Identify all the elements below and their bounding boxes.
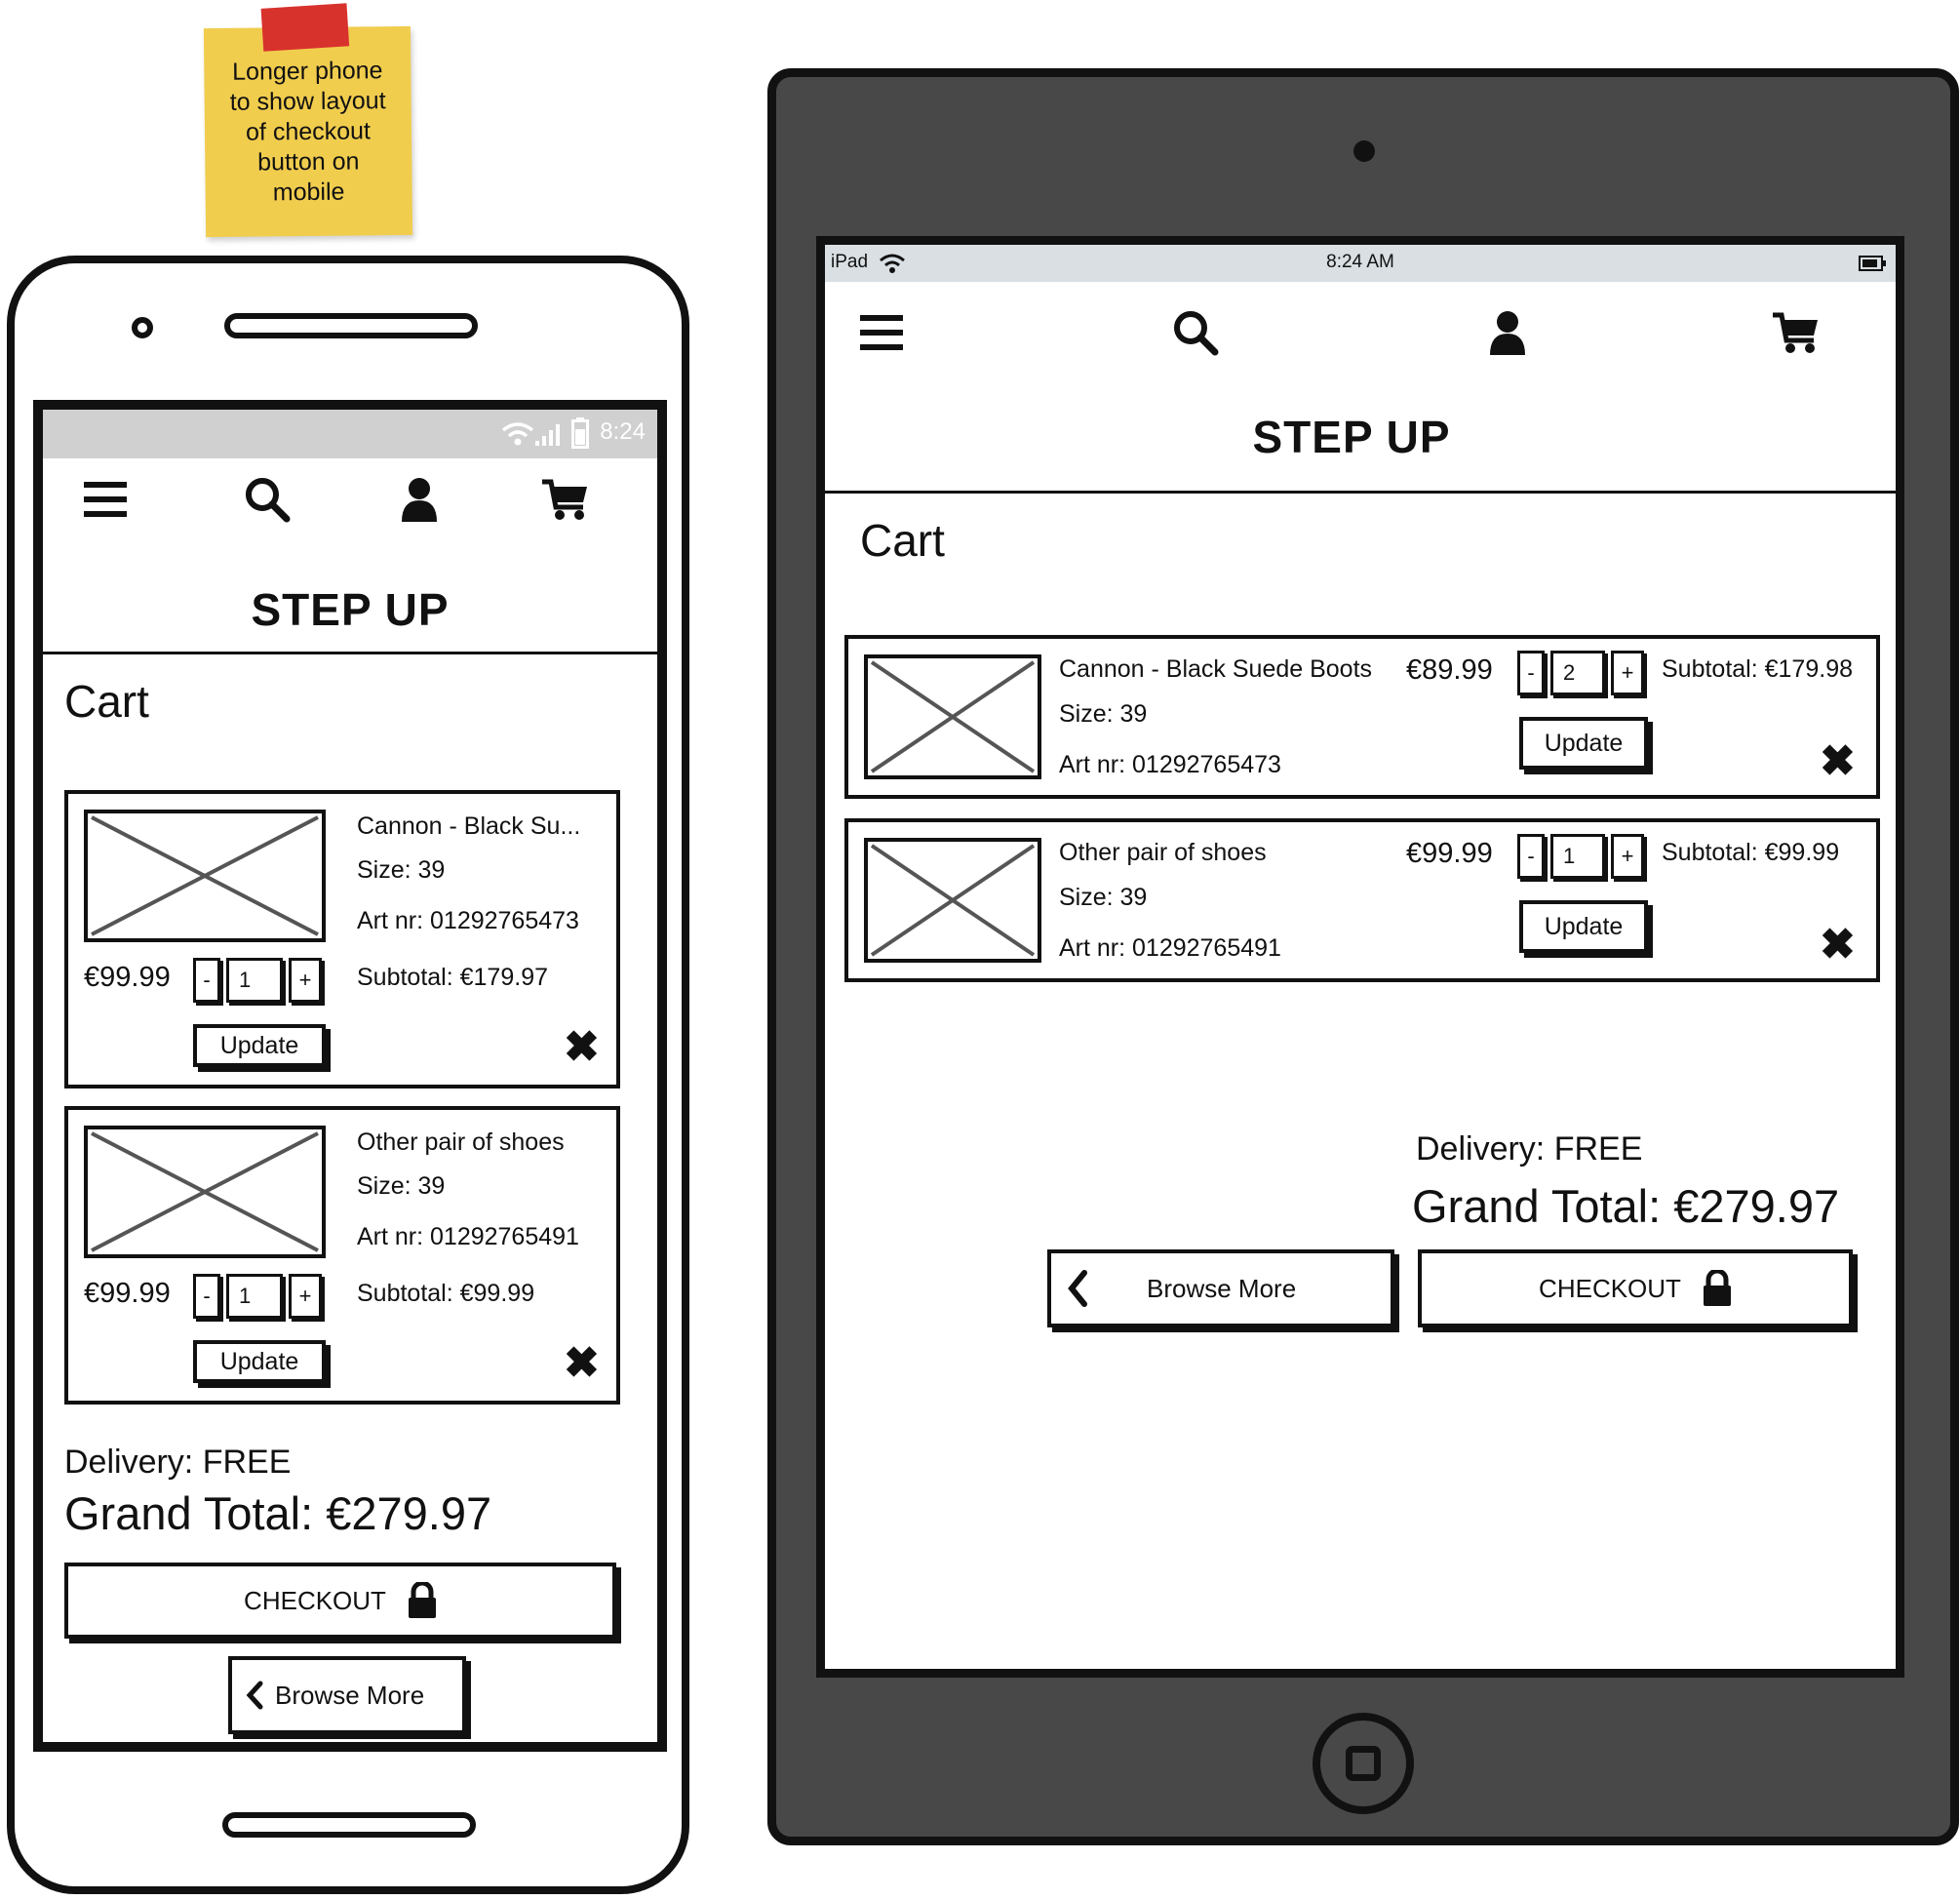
browse-more-button[interactable]: Browse More bbox=[228, 1656, 466, 1734]
checkout-label: CHECKOUT bbox=[244, 1585, 386, 1615]
update-button[interactable]: Update bbox=[193, 1024, 326, 1067]
quantity-increase-button[interactable]: + bbox=[289, 958, 322, 1003]
quantity-input[interactable]: 1 bbox=[1550, 834, 1605, 879]
update-button[interactable]: Update bbox=[1519, 717, 1648, 770]
page-title: Cart bbox=[64, 676, 149, 727]
note-text: Longer phone to show layout of checkout … bbox=[229, 57, 386, 207]
product-price: €99.99 bbox=[1406, 838, 1493, 869]
brand-logo[interactable]: STEP UP bbox=[43, 583, 657, 636]
cart-item: Other pair of shoes Size: 39 Art nr: 012… bbox=[844, 818, 1880, 982]
product-art-number: Art nr: 01292765473 bbox=[357, 907, 579, 934]
product-art-number: Art nr: 01292765491 bbox=[1059, 934, 1281, 962]
quantity-decrease-button[interactable]: - bbox=[193, 958, 220, 1003]
product-price: €99.99 bbox=[84, 962, 171, 993]
user-icon[interactable] bbox=[392, 472, 447, 527]
tablet-home-button[interactable] bbox=[1313, 1713, 1414, 1814]
cart-item: Other pair of shoes Size: 39 Art nr: 012… bbox=[64, 1106, 620, 1405]
sticky-note: Longer phone to show layout of checkout … bbox=[203, 3, 413, 238]
product-art-number: Art nr: 01292765473 bbox=[1059, 751, 1281, 778]
phone-speaker bbox=[224, 313, 478, 338]
chevron-left-icon bbox=[246, 1681, 263, 1710]
cart-item: Cannon - Black Su... Size: 39 Art nr: 01… bbox=[64, 790, 620, 1089]
header-divider bbox=[43, 652, 657, 654]
product-name[interactable]: Other pair of shoes bbox=[357, 1129, 565, 1155]
item-subtotal: Subtotal: €99.99 bbox=[357, 1280, 535, 1307]
chevron-left-icon bbox=[1068, 1270, 1087, 1307]
tablet-screen: iPad 8:24 AM STEP UP Cart Cannon - Black… bbox=[816, 236, 1904, 1678]
user-icon[interactable] bbox=[1480, 305, 1535, 360]
menu-icon[interactable] bbox=[854, 305, 909, 360]
quantity-increase-button[interactable]: + bbox=[1611, 834, 1644, 879]
tablet-status-bar: iPad 8:24 AM bbox=[825, 245, 1896, 282]
product-image-placeholder bbox=[864, 838, 1041, 963]
quantity-input[interactable]: 1 bbox=[226, 958, 283, 1003]
battery-icon bbox=[571, 417, 589, 449]
phone-status-bar: 8:24 bbox=[43, 410, 657, 458]
quantity-decrease-button[interactable]: - bbox=[193, 1274, 220, 1319]
product-image-placeholder bbox=[84, 1126, 326, 1258]
browse-more-button[interactable]: Browse More bbox=[1047, 1249, 1394, 1327]
cart-icon[interactable] bbox=[538, 472, 593, 527]
item-subtotal: Subtotal: €99.99 bbox=[1662, 839, 1840, 866]
update-button[interactable]: Update bbox=[193, 1340, 326, 1383]
item-subtotal: Subtotal: €179.97 bbox=[357, 964, 548, 991]
remove-item-icon[interactable]: ✖ bbox=[564, 1026, 600, 1069]
item-subtotal: Subtotal: €179.98 bbox=[1662, 655, 1853, 683]
lock-icon bbox=[1703, 1270, 1731, 1306]
menu-icon[interactable] bbox=[78, 472, 133, 527]
cart-icon[interactable] bbox=[1769, 305, 1823, 360]
grand-total: Grand Total: €279.97 bbox=[64, 1487, 492, 1539]
quantity-increase-button[interactable]: + bbox=[289, 1274, 322, 1319]
search-icon[interactable] bbox=[240, 472, 294, 527]
cart-item: Cannon - Black Suede Boots Size: 39 Art … bbox=[844, 635, 1880, 799]
browse-more-label: Browse More bbox=[1147, 1273, 1297, 1303]
product-price: €99.99 bbox=[84, 1278, 171, 1309]
update-button[interactable]: Update bbox=[1519, 900, 1648, 953]
delivery-info: Delivery: FREE bbox=[1416, 1130, 1643, 1168]
search-icon[interactable] bbox=[1168, 305, 1223, 360]
product-name[interactable]: Other pair of shoes bbox=[1059, 840, 1267, 865]
phone-screen: 8:24 STEP UP Cart Cannon - Black Su... S… bbox=[33, 400, 667, 1752]
product-size: Size: 39 bbox=[357, 1172, 446, 1200]
tablet-status-time: 8:24 AM bbox=[1326, 252, 1394, 272]
product-size: Size: 39 bbox=[1059, 700, 1148, 728]
lock-icon bbox=[408, 1582, 436, 1618]
phone-bottom-speaker bbox=[222, 1812, 476, 1838]
product-size: Size: 39 bbox=[1059, 884, 1148, 911]
checkout-button[interactable]: CHECKOUT bbox=[64, 1563, 616, 1639]
product-art-number: Art nr: 01292765491 bbox=[357, 1223, 579, 1250]
remove-item-icon[interactable]: ✖ bbox=[1820, 924, 1856, 967]
signal-icon bbox=[535, 424, 560, 446]
brand-logo[interactable]: STEP UP bbox=[825, 411, 1878, 463]
wifi-icon bbox=[501, 422, 534, 446]
header-divider bbox=[825, 491, 1896, 494]
note-tape bbox=[260, 3, 350, 52]
quantity-decrease-button[interactable]: - bbox=[1517, 651, 1545, 695]
product-image-placeholder bbox=[864, 654, 1041, 779]
quantity-input[interactable]: 2 bbox=[1550, 651, 1605, 695]
quantity-decrease-button[interactable]: - bbox=[1517, 834, 1545, 879]
quantity-increase-button[interactable]: + bbox=[1611, 651, 1644, 695]
phone-status-time: 8:24 bbox=[600, 418, 646, 445]
quantity-input[interactable]: 1 bbox=[226, 1274, 283, 1319]
product-name[interactable]: Cannon - Black Su... bbox=[357, 813, 580, 839]
delivery-info: Delivery: FREE bbox=[64, 1444, 292, 1481]
product-name[interactable]: Cannon - Black Suede Boots bbox=[1059, 656, 1372, 682]
phone-camera bbox=[132, 317, 153, 338]
checkout-button[interactable]: CHECKOUT bbox=[1418, 1249, 1853, 1327]
product-price: €89.99 bbox=[1406, 654, 1493, 686]
product-size: Size: 39 bbox=[357, 856, 446, 884]
tablet-camera bbox=[1353, 140, 1375, 162]
remove-item-icon[interactable]: ✖ bbox=[1820, 740, 1856, 783]
battery-icon bbox=[1859, 256, 1886, 271]
browse-more-label: Browse More bbox=[275, 1680, 425, 1710]
remove-item-icon[interactable]: ✖ bbox=[564, 1342, 600, 1385]
grand-total: Grand Total: €279.97 bbox=[1412, 1180, 1840, 1232]
page-title: Cart bbox=[860, 515, 945, 566]
checkout-label: CHECKOUT bbox=[1539, 1273, 1681, 1303]
product-image-placeholder bbox=[84, 810, 326, 942]
